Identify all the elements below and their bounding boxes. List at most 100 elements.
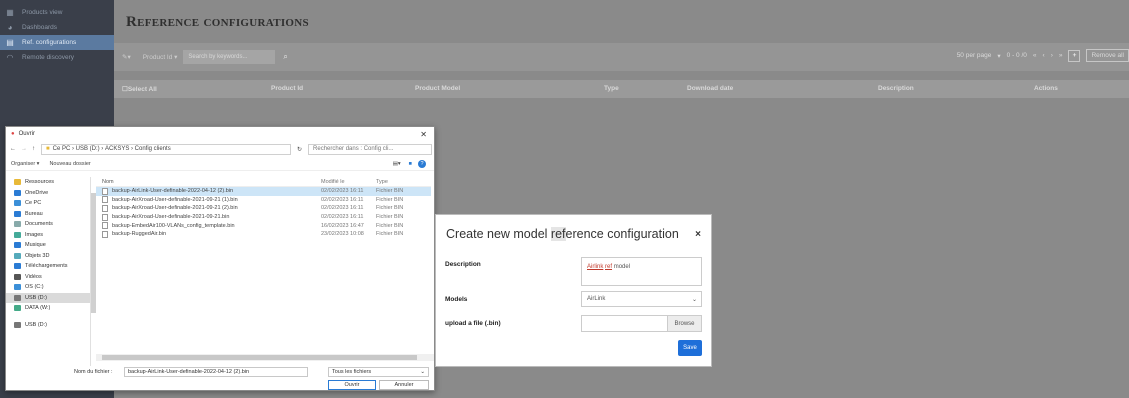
- nav-item[interactable]: Ce PC: [6, 198, 90, 209]
- nav-item[interactable]: USB (D:): [6, 292, 90, 303]
- cancel-button[interactable]: Annuler: [379, 380, 429, 390]
- breadcrumb-item[interactable]: Ce PC: [53, 146, 71, 152]
- page-title: Reference configurations: [126, 14, 309, 30]
- forward-arrow-icon[interactable]: →: [21, 146, 27, 152]
- file-modified: 02/02/2023 16:11: [321, 196, 364, 203]
- first-page-icon[interactable]: «: [1033, 52, 1037, 59]
- horizontal-scrollbar[interactable]: [96, 354, 434, 361]
- save-button[interactable]: Save: [678, 340, 702, 356]
- sidebar-item-products-view[interactable]: ▦ Products view: [0, 5, 114, 20]
- breadcrumb-item[interactable]: USB (D:): [76, 146, 100, 152]
- nav-item[interactable]: OneDrive: [6, 188, 90, 199]
- file-open-dialog: ● Ouvrir ✕ ← → ↑ ■ Ce PC › USB (D:) › AC…: [5, 126, 435, 391]
- file-row[interactable]: backup-AirXroad-User-definable-2021-09-2…: [96, 196, 431, 205]
- file-modified: 16/02/2023 16:47: [321, 222, 364, 229]
- file-icon: [102, 196, 108, 204]
- sidebar-item-label: Dashboards: [22, 24, 58, 31]
- file-row[interactable]: backup-AirLink-User-definable-2022-04-12…: [96, 187, 431, 196]
- file-row[interactable]: backup-AirXroad-User-definable-2021-09-2…: [96, 213, 431, 222]
- file-type: Fichier BIN: [376, 205, 404, 212]
- remove-all-button[interactable]: Remove all: [1086, 49, 1129, 62]
- last-page-icon[interactable]: »: [1059, 52, 1063, 59]
- file-row[interactable]: backup-AirXroad-User-definable-2021-09-2…: [96, 204, 431, 213]
- upload-label: upload a file (.bin): [445, 320, 501, 327]
- description-field[interactable]: Airlink ref model: [581, 257, 702, 286]
- drive-icon: [14, 284, 21, 291]
- prev-page-icon[interactable]: ‹: [1043, 52, 1045, 59]
- column-product-model[interactable]: Product Model: [415, 85, 460, 92]
- up-arrow-icon[interactable]: ↑: [32, 146, 35, 152]
- column-actions[interactable]: Actions: [1034, 85, 1058, 92]
- select-all-checkbox[interactable]: ☐Select All: [122, 85, 157, 93]
- nav-item[interactable]: DATA (W:): [6, 303, 90, 314]
- breadcrumb[interactable]: ■ Ce PC › USB (D:) › ACKSYS › Config cli…: [41, 143, 291, 155]
- folder-search-input[interactable]: Rechercher dans : Config cli...: [308, 143, 433, 155]
- search-icon[interactable]: ⌕: [283, 52, 287, 62]
- nav-item[interactable]: Musique: [6, 240, 90, 251]
- view-options-icon[interactable]: ▤▾: [393, 161, 401, 167]
- grid-icon: ▦: [6, 8, 14, 17]
- file-icon: [102, 213, 108, 221]
- column-name[interactable]: Nom: [96, 179, 316, 185]
- preview-pane-icon[interactable]: ■: [409, 161, 412, 167]
- help-icon[interactable]: ?: [418, 159, 426, 168]
- nav-item[interactable]: Bureau: [6, 209, 90, 220]
- column-description[interactable]: Description: [878, 85, 914, 92]
- file-icon: [102, 230, 108, 238]
- chrome-icon: ●: [11, 131, 15, 137]
- nav-item[interactable]: OS (C:): [6, 282, 90, 293]
- column-type[interactable]: Type: [604, 85, 619, 92]
- nav-item[interactable]: Images: [6, 230, 90, 241]
- column-download-date[interactable]: Download date: [687, 85, 733, 92]
- nav-item[interactable]: Vidéos: [6, 272, 90, 283]
- product-id-filter[interactable]: Product Id ▾: [143, 53, 178, 61]
- filename-label: Nom du fichier :: [74, 369, 113, 375]
- open-button[interactable]: Ouvrir: [328, 380, 376, 390]
- file-type: Fichier BIN: [376, 231, 404, 238]
- close-icon[interactable]: ✕: [420, 130, 427, 139]
- filename-input[interactable]: backup-AirLink-User-definable-2022-04-12…: [124, 367, 308, 377]
- tools-button[interactable]: ✎▾: [122, 53, 131, 61]
- file-type: Fichier BIN: [376, 222, 404, 229]
- organize-button[interactable]: Organiser ▾: [11, 161, 39, 167]
- breadcrumb-item[interactable]: Config clients: [135, 146, 171, 152]
- column-modified[interactable]: Modifié le: [316, 179, 376, 185]
- filetype-select[interactable]: Tous les fichiers ⌄: [328, 367, 429, 377]
- breadcrumb-item[interactable]: ACKSYS: [105, 146, 129, 152]
- close-icon[interactable]: ×: [695, 229, 701, 240]
- file-row[interactable]: backup-RuggedAir.bin 23/02/2023 10:08 Fich…: [96, 230, 431, 239]
- dialog-title: Ouvrir: [18, 131, 35, 137]
- search-input[interactable]: Search by keywords...: [183, 50, 276, 64]
- column-type[interactable]: Type: [376, 179, 416, 185]
- scrollbar-thumb[interactable]: [102, 355, 417, 360]
- file-upload-field[interactable]: Browse: [581, 315, 702, 332]
- nav-item[interactable]: Documents: [6, 219, 90, 230]
- back-arrow-icon[interactable]: ←: [10, 146, 16, 152]
- models-select[interactable]: AirLink ⌄: [581, 291, 702, 307]
- per-page-select[interactable]: 50 per page: [957, 52, 992, 59]
- next-page-icon[interactable]: ›: [1051, 52, 1053, 59]
- file-row[interactable]: backup-EmbedAir100-VLANs_config_template…: [96, 221, 431, 230]
- download-icon: [14, 263, 21, 270]
- sidebar-item-ref-configurations[interactable]: ▤ Ref. configurations: [0, 35, 114, 50]
- nav-item[interactable]: Objets 3D: [6, 251, 90, 262]
- column-product-id[interactable]: Product Id: [271, 85, 303, 92]
- nav-item[interactable]: Ressources: [6, 177, 90, 188]
- browse-button[interactable]: Browse: [667, 316, 701, 331]
- nav-label: Musique: [25, 242, 46, 249]
- file-type: Fichier BIN: [376, 214, 404, 221]
- video-icon: [14, 273, 21, 280]
- sidebar-item-dashboards[interactable]: ◕ Dashboards: [0, 20, 114, 35]
- nav-item[interactable]: Téléchargements: [6, 261, 90, 272]
- file-modified: 02/02/2023 16:11: [321, 205, 364, 212]
- add-button[interactable]: +: [1068, 49, 1081, 62]
- description-word: ref: [605, 264, 613, 270]
- sidebar-item-remote-discovery[interactable]: ◠ Remote discovery: [0, 50, 114, 65]
- nav-item[interactable]: USB (D:): [6, 320, 90, 331]
- select-all-label: Select All: [127, 86, 157, 93]
- new-folder-button[interactable]: Nouveau dossier: [49, 161, 90, 167]
- sidebar-item-label: Ref. configurations: [22, 39, 77, 46]
- computer-icon: [14, 200, 21, 207]
- refresh-icon[interactable]: ↻: [297, 146, 302, 153]
- network-drive-icon: [14, 305, 21, 312]
